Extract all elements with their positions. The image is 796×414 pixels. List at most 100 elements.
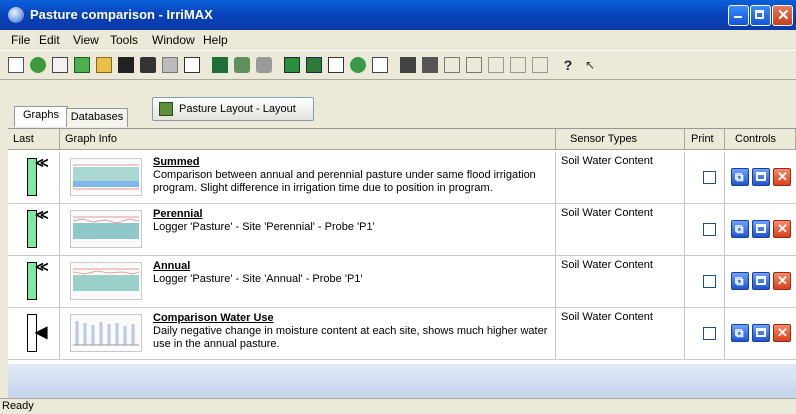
col-print[interactable]: Print — [685, 129, 725, 150]
minimize-button[interactable] — [728, 5, 749, 26]
sensor-type: Soil Water Content — [561, 311, 653, 323]
sensor-type: Soil Water Content — [561, 155, 653, 167]
empty-list-area — [8, 364, 796, 398]
sensor-icon[interactable] — [256, 57, 272, 73]
tile-horizontal-icon[interactable] — [400, 57, 416, 73]
email-icon[interactable] — [328, 57, 344, 73]
help-icon[interactable]: ? — [560, 57, 576, 73]
maximize-graph-button[interactable] — [752, 220, 770, 238]
graph-description: Logger 'Pasture' - Site 'Perennial' - Pr… — [153, 221, 375, 233]
table-row[interactable]: ≪ Perennial Logger 'Pasture' - Site 'Per… — [8, 204, 796, 256]
print-icon[interactable] — [162, 57, 178, 73]
graph-description: Logger 'Pasture' - Site 'Annual' - Probe… — [153, 273, 363, 285]
maximize-graph-button[interactable] — [752, 272, 770, 290]
menu-tools[interactable]: Tools — [110, 33, 138, 47]
graph-list: Last Graph Info Sensor Types Print Contr… — [8, 128, 796, 385]
print-checkbox[interactable] — [703, 327, 716, 340]
maximize-button[interactable] — [750, 5, 771, 26]
graph-icon[interactable] — [284, 57, 300, 73]
report-icon[interactable] — [74, 57, 90, 73]
col-sensor-types[interactable]: Sensor Types — [556, 129, 685, 150]
menu-edit[interactable]: Edit — [39, 33, 60, 47]
graph-thumbnail[interactable] — [70, 210, 142, 248]
restore-button[interactable]: ⧉ — [731, 168, 749, 186]
logger-icon[interactable] — [212, 57, 228, 73]
layout-icon — [159, 102, 173, 116]
layout-button[interactable]: Pasture Layout - Layout — [152, 97, 314, 121]
delete-graph-button[interactable]: ✕ — [773, 324, 791, 342]
context-help-icon[interactable]: ↖ — [582, 57, 598, 73]
col-last[interactable]: Last — [8, 129, 60, 150]
table-icon[interactable] — [306, 57, 322, 73]
restore-button[interactable]: ⧉ — [731, 272, 749, 290]
delete-graph-button[interactable]: ✕ — [773, 220, 791, 238]
export-icon[interactable] — [52, 57, 68, 73]
gauge-icon: ◀ — [24, 314, 47, 352]
menu-file[interactable]: File — [11, 33, 30, 47]
arrange-icon[interactable] — [444, 57, 460, 73]
sensor-type: Soil Water Content — [561, 207, 653, 219]
calendar-icon[interactable] — [184, 57, 200, 73]
gauge-icon: ≪ — [24, 156, 49, 196]
last-cell: ≪ — [8, 152, 60, 204]
tab-databases[interactable]: Databases — [66, 108, 128, 127]
window-title: Pasture comparison - IrriMAX — [30, 7, 213, 22]
close-icon: ✕ — [777, 325, 788, 340]
window-icon — [756, 172, 766, 181]
import-icon[interactable] — [30, 57, 46, 73]
layout-columns-icon[interactable] — [510, 57, 526, 73]
window-icon — [756, 224, 766, 233]
table-row[interactable]: ◀ Comparison Water Use Daily negative ch… — [8, 308, 796, 360]
maximize-graph-button[interactable] — [752, 168, 770, 186]
open-folder-icon[interactable] — [96, 57, 112, 73]
graph-name[interactable]: Perennial — [153, 208, 203, 220]
graph-name[interactable]: Annual — [153, 260, 190, 272]
layout-rows-icon[interactable] — [488, 57, 504, 73]
col-graph-info[interactable]: Graph Info — [60, 129, 556, 150]
graph-name[interactable]: Summed — [153, 156, 199, 168]
globe-icon[interactable] — [350, 57, 366, 73]
print-checkbox[interactable] — [703, 223, 716, 236]
print-checkbox[interactable] — [703, 275, 716, 288]
close-icon: ✕ — [777, 169, 788, 184]
graph-thumbnail[interactable] — [70, 314, 142, 352]
close-button[interactable]: ✕ — [772, 5, 793, 26]
menu-window[interactable]: Window — [152, 33, 195, 47]
status-bar: Ready — [0, 398, 796, 414]
layout-button-label: Pasture Layout - Layout — [179, 103, 296, 115]
close-icon: ✕ — [777, 7, 790, 24]
delete-graph-button[interactable]: ✕ — [773, 168, 791, 186]
menu-bar: File Edit View Tools Window Help — [0, 30, 796, 50]
graph-thumbnail[interactable] — [70, 158, 142, 196]
maximize-graph-button[interactable] — [752, 324, 770, 342]
graph-name[interactable]: Comparison Water Use — [153, 312, 274, 324]
gauge-icon: ≪ — [24, 208, 49, 248]
menu-help[interactable]: Help — [203, 33, 228, 47]
status-text: Ready — [2, 400, 34, 412]
close-icon: ✕ — [777, 221, 788, 236]
print-checkbox[interactable] — [703, 171, 716, 184]
last-cell: ≪ — [8, 204, 60, 256]
chart-icon[interactable] — [372, 57, 388, 73]
graph-thumbnail[interactable] — [70, 262, 142, 300]
tile-vertical-icon[interactable] — [422, 57, 438, 73]
print-preview-icon[interactable] — [140, 57, 156, 73]
app-icon — [8, 7, 24, 23]
split-icon[interactable] — [466, 57, 482, 73]
cascade-icon[interactable] — [532, 57, 548, 73]
graph-description: Comparison between annual and perennial … — [153, 169, 536, 194]
menu-view[interactable]: View — [73, 33, 99, 47]
new-document-icon[interactable] — [8, 57, 24, 73]
save-icon[interactable] — [118, 57, 134, 73]
col-controls[interactable]: Controls — [725, 129, 796, 150]
restore-button[interactable]: ⧉ — [731, 220, 749, 238]
tab-graphs[interactable]: Graphs — [14, 106, 68, 127]
table-row[interactable]: ≪ Summed Comparison between annual and p… — [8, 152, 796, 204]
probe-icon[interactable] — [234, 57, 250, 73]
toolbar: ? ↖ — [0, 50, 796, 80]
last-cell: ≪ — [8, 256, 60, 308]
table-row[interactable]: ≪ Annual Logger 'Pasture' - Site 'Annual… — [8, 256, 796, 308]
restore-button[interactable]: ⧉ — [731, 324, 749, 342]
delete-graph-button[interactable]: ✕ — [773, 272, 791, 290]
graph-description: Daily negative change in moisture conten… — [153, 325, 548, 350]
